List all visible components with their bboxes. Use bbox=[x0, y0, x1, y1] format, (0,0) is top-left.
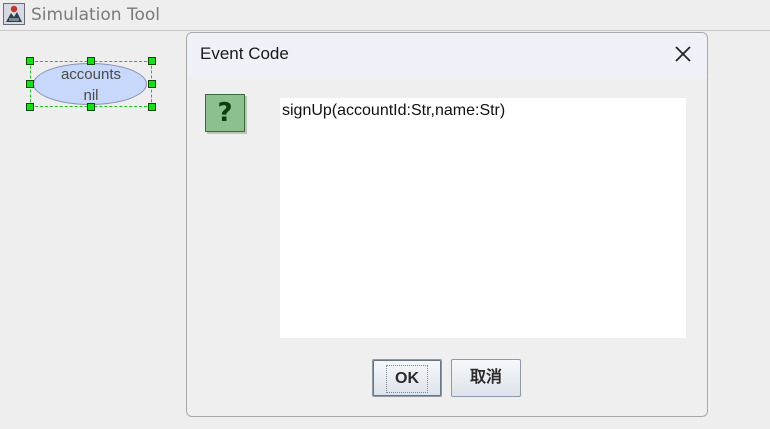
event-code-dialog: Event Code ? OK 取消 bbox=[186, 32, 708, 417]
node-name: accounts bbox=[60, 66, 122, 83]
app-window: Simulation Tool accounts nil Event Code … bbox=[0, 0, 770, 429]
cancel-button[interactable]: 取消 bbox=[451, 359, 521, 397]
event-code-input[interactable] bbox=[280, 98, 686, 338]
state-node-accounts[interactable]: accounts nil bbox=[26, 57, 156, 111]
resize-handle-top-right[interactable] bbox=[148, 57, 156, 65]
ok-button-label: OK bbox=[386, 365, 428, 393]
dialog-header: Event Code bbox=[187, 33, 707, 77]
window-title: Simulation Tool bbox=[31, 5, 160, 25]
title-bar: Simulation Tool bbox=[0, 0, 770, 31]
resize-handle-bottom-left[interactable] bbox=[26, 103, 34, 111]
ok-button[interactable]: OK bbox=[372, 359, 442, 397]
dialog-title: Event Code bbox=[200, 44, 289, 63]
question-icon: ? bbox=[205, 94, 245, 132]
node-value: nil bbox=[83, 87, 99, 104]
resize-handle-bottom[interactable] bbox=[87, 103, 95, 111]
app-icon bbox=[3, 3, 25, 25]
close-icon[interactable] bbox=[673, 44, 693, 64]
resize-handle-top[interactable] bbox=[87, 57, 95, 65]
resize-handle-bottom-right[interactable] bbox=[148, 103, 156, 111]
resize-handle-top-left[interactable] bbox=[26, 57, 34, 65]
